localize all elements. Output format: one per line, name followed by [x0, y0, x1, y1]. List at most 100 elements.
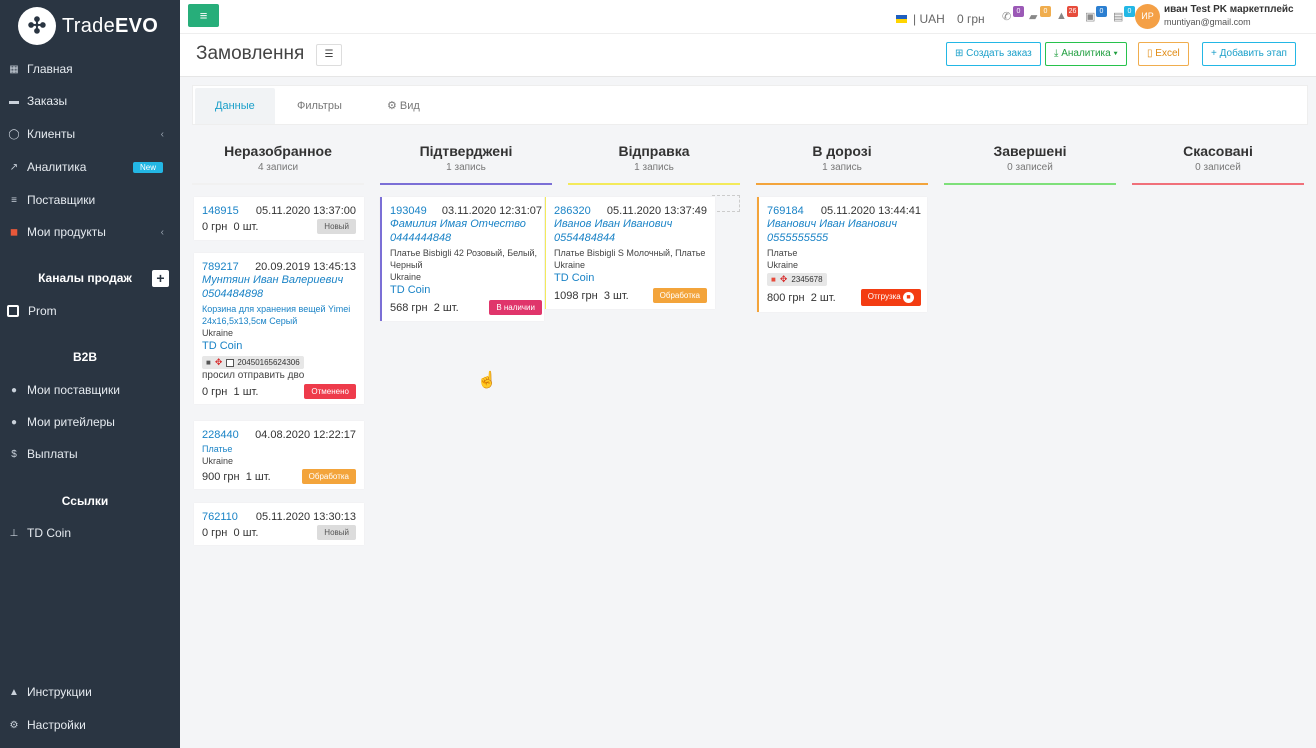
add-stage-label: Добавить этап [1219, 48, 1287, 59]
chat-icon[interactable]: ▰ 0 [1029, 6, 1051, 24]
customer-name[interactable]: Иванов Иван Иванович [554, 217, 707, 231]
sidebar-item-my-retailers[interactable]: ● Мои ритейлеры [0, 411, 180, 433]
customer-phone[interactable]: 0555555555 [767, 231, 921, 245]
sidebar-item-suppliers[interactable]: ≡ Поставщики [0, 189, 180, 211]
status-badge[interactable]: Отгрузка ■ [860, 289, 921, 306]
currency-selector[interactable]: | UAH [896, 12, 945, 26]
user-circle-icon: ● [10, 384, 18, 396]
order-id[interactable]: 228440 [202, 429, 239, 441]
phone-icon[interactable]: ✆ 0 [1002, 6, 1024, 24]
status-badge[interactable]: Новый [317, 525, 356, 540]
customer-phone[interactable]: 0444444848 [390, 231, 542, 245]
shop-name[interactable]: TD Coin [202, 339, 356, 354]
column-header: Завершені 0 записей [944, 143, 1116, 173]
order-card[interactable]: 789217 20.09.2019 13:45:13 Мунтяин Иван В… [194, 253, 364, 404]
ttn-badge[interactable]: ■ ✥ 2345678 [767, 273, 827, 286]
sidebar-item-orders[interactable]: ▬ Заказы [0, 90, 180, 112]
customer-phone[interactable]: 0504484898 [202, 287, 356, 301]
customer-name[interactable]: Мунтяин Иван Валериевич [202, 273, 356, 287]
sidebar-item-prom[interactable]: Prom [0, 300, 180, 322]
column-divider [756, 183, 928, 185]
order-date: 03.11.2020 12:31:07 [441, 205, 542, 217]
column-title: Скасовані [1183, 143, 1253, 159]
plus-icon: + [1211, 48, 1220, 59]
drop-placeholder [712, 195, 740, 212]
sidebar-item-td-coin[interactable]: ⊥ TD Coin [0, 522, 180, 544]
product-name: Платье Bisbigli S Молочный, Платье [554, 248, 706, 258]
hand-cursor-icon: ☝ [477, 372, 497, 389]
column-count: 0 записей [1195, 162, 1241, 173]
order-qty: 1 шт. [245, 470, 271, 483]
tab-view[interactable]: ⚙ Вид [367, 88, 440, 124]
order-card[interactable]: 769184 05.11.2020 13:44:41 Иванович Иван … [757, 197, 927, 312]
bag-icon[interactable]: ▣ 0 [1085, 6, 1107, 24]
order-sum: 0 грн [202, 220, 228, 233]
sidebar-item-my-products[interactable]: ◼ Мои продукты ‹ [0, 221, 180, 243]
sidebar-item-payouts[interactable]: $ Выплаты [0, 443, 180, 465]
order-card[interactable]: 762110 05.11.2020 13:30:13 0 грн 0 шт. Нов… [194, 503, 364, 545]
order-id[interactable]: 193049 [390, 205, 427, 217]
sidebar-item-label: Инструкции [27, 685, 92, 699]
checkbox-icon[interactable] [226, 358, 235, 367]
order-id[interactable]: 148915 [202, 205, 239, 217]
order-card[interactable]: 228440 04.08.2020 12:22:17 Платье Ukraine… [194, 421, 364, 489]
excel-button[interactable]: ▯ Excel [1138, 42, 1189, 66]
sidebar-item-analytics[interactable]: ↗ Аналитика New [0, 156, 180, 178]
cart-icon[interactable]: ▤ 0 [1113, 6, 1135, 24]
user-name[interactable]: иван Test PK маркетплейс [1164, 4, 1294, 15]
customer-name[interactable]: Фамилия Имая Отчество [390, 217, 542, 231]
order-id[interactable]: 769184 [767, 205, 804, 217]
order-qty: 3 шт. [603, 289, 629, 302]
column-count: 1 запись [446, 162, 486, 173]
customer-name[interactable]: Иванович Иван Иванович [767, 217, 921, 231]
bell-icon[interactable]: ▲ 26 [1056, 6, 1078, 24]
status-badge[interactable]: Обработка [301, 469, 356, 484]
status-badge[interactable]: В наличии [489, 300, 542, 315]
sidebar-item-my-suppliers[interactable]: ● Мои поставщики [0, 379, 180, 401]
order-id[interactable]: 762110 [202, 511, 238, 523]
status-badge[interactable]: Новый [317, 219, 356, 234]
avatar[interactable]: ИР [1135, 4, 1160, 29]
tab-data[interactable]: Данные [195, 88, 275, 124]
column-count: 4 записи [257, 162, 299, 173]
column-title: Відправка [618, 143, 690, 159]
sidebar-item-label: Мои поставщики [27, 383, 120, 397]
order-comment: просил отправить дво [202, 370, 305, 381]
list-view-button[interactable]: ☰ [316, 44, 342, 66]
order-id[interactable]: 789217 [202, 261, 239, 273]
bag-count: 0 [1096, 6, 1107, 17]
order-card[interactable]: 148915 05.11.2020 13:37:00 0 грн 0 шт. Нов… [194, 197, 364, 240]
ttn-badge[interactable]: ■ ✥ 20450165624306 [202, 356, 304, 369]
sidebar-item-label: Клиенты [27, 127, 76, 141]
status-badge[interactable]: Отменено [304, 384, 356, 399]
sidebar-item-label: Выплаты [27, 447, 78, 461]
sidebar-item-home[interactable]: ▦ Главная [0, 58, 180, 80]
tab-filters[interactable]: Фильтры [277, 88, 362, 124]
add-stage-button[interactable]: + Добавить этап [1202, 42, 1296, 66]
order-sum: 0 грн [202, 526, 228, 539]
currency-label: | UAH [913, 12, 945, 26]
column-header: Підтверджені 1 запись [380, 143, 552, 173]
menu-toggle-button[interactable]: ≡ [188, 4, 219, 27]
sidebar-item-clients[interactable]: ◯ Клиенты ‹ [0, 123, 180, 145]
ttn-number: 20450165624306 [237, 358, 300, 367]
sidebar-item-settings[interactable]: ⚙ Настройки [0, 714, 180, 736]
analytics-dropdown-button[interactable]: ⤓ Аналитика ▾ [1045, 42, 1127, 66]
logo[interactable]: ✣ TradeEVO [0, 0, 180, 52]
order-card[interactable]: 286320 05.11.2020 13:37:49 Иванов Иван Ив… [545, 197, 715, 309]
add-channel-button[interactable]: + [152, 270, 169, 287]
create-order-button[interactable]: ⊞ Создать заказ [946, 42, 1041, 66]
order-sum: 1098 грн [554, 289, 598, 302]
column-count: 1 запись [822, 162, 862, 173]
octopus-logo-icon: ✣ [18, 7, 56, 45]
dashboard-icon: ▦ [9, 63, 19, 75]
order-card[interactable]: 193049 03.11.2020 12:31:07 Фамилия Имая О… [380, 197, 544, 321]
status-badge[interactable]: Обработка [652, 288, 707, 303]
customer-phone[interactable]: 0554484844 [554, 231, 707, 245]
shop-name[interactable]: TD Coin [390, 283, 542, 298]
order-id[interactable]: 286320 [554, 205, 591, 217]
shop-name[interactable]: TD Coin [554, 271, 707, 286]
sidebar-item-instructions[interactable]: ▲ Инструкции [0, 681, 180, 703]
column-title: В дорозі [812, 143, 872, 159]
nova-poshta-icon: ✥ [779, 274, 788, 284]
